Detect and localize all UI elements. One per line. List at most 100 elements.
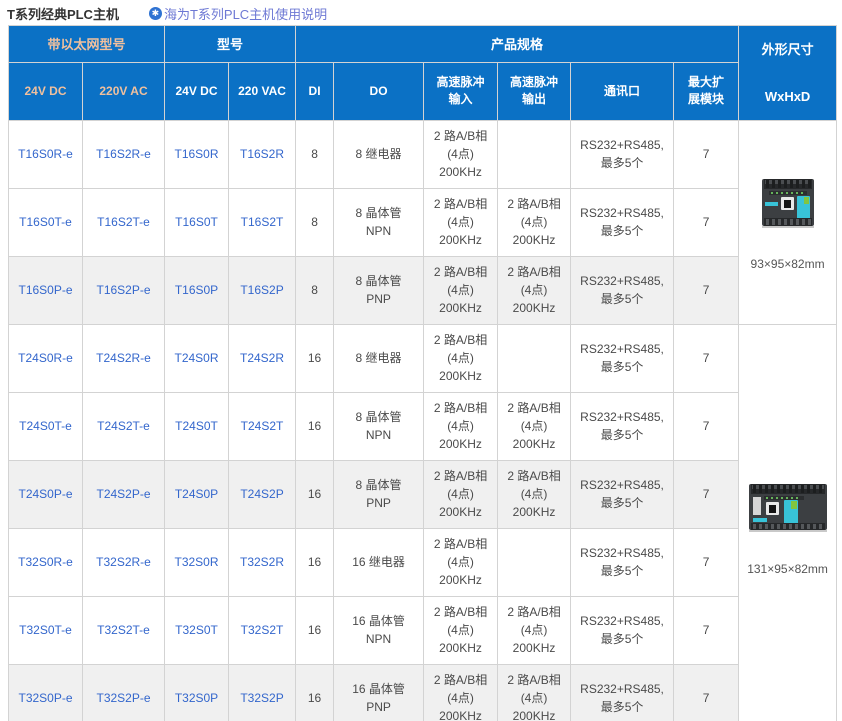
model-link[interactable]: T32S0P-e (18, 691, 72, 705)
table-row: T32S0P-e T32S2P-e T32S0P T32S2P 16 16 晶体… (9, 664, 837, 721)
cell-pulse-out: 2 路A/B相 (4点) 200KHz (498, 256, 571, 324)
model-link[interactable]: T24S0P (175, 487, 218, 501)
cell-do: 16 晶体管 PNP (334, 664, 424, 721)
header-group-ethernet-models: 带以太网型号 (9, 26, 165, 63)
table-row: T24S0R-e T24S2R-e T24S0R T24S2R 16 8 继电器… (9, 324, 837, 392)
plc-spec-table: 带以太网型号 型号 产品规格 外形尺寸 WxHxD 24V DC 220V AC… (8, 25, 837, 721)
model-link[interactable]: T32S0R-e (18, 555, 73, 569)
model-link[interactable]: T32S2T-e (97, 623, 150, 637)
cell-pulse-out: 2 路A/B相 (4点) 200KHz (498, 392, 571, 460)
usage-doc-link-label: 海为T系列PLC主机使用说明 (164, 4, 327, 23)
cell-pulse-out: 2 路A/B相 (4点) 200KHz (498, 596, 571, 664)
model-link[interactable]: T16S0T-e (19, 215, 72, 229)
cell-eth-24v: T24S0T-e (9, 392, 83, 460)
cell-do: 8 晶体管 PNP (334, 460, 424, 528)
cell-220v: T32S2R (229, 528, 296, 596)
table-row: T32S0R-e T32S2R-e T32S0R T32S2R 16 16 继电… (9, 528, 837, 596)
model-link[interactable]: T24S0R-e (18, 351, 73, 365)
header-group-product-specs: 产品规格 (296, 26, 739, 63)
cell-comm: RS232+RS485, 最多5个 (571, 120, 674, 188)
table-row: T16S0T-e T16S2T-e T16S0T T16S2T 8 8 晶体管 … (9, 188, 837, 256)
model-link[interactable]: T16S2T-e (97, 215, 150, 229)
model-link[interactable]: T16S0R (175, 147, 219, 161)
model-link[interactable]: T32S2R-e (96, 555, 151, 569)
cell-di: 16 (296, 324, 334, 392)
cell-pulse-out: 2 路A/B相 (4点) 200KHz (498, 664, 571, 721)
cell-di: 16 (296, 528, 334, 596)
cell-eth-24v: T16S0P-e (9, 256, 83, 324)
model-link[interactable]: T24S2P-e (96, 487, 150, 501)
model-link[interactable]: T24S0T (175, 419, 218, 433)
cell-eth-24v: T24S0R-e (9, 324, 83, 392)
cell-max-exp: 7 (674, 188, 739, 256)
model-link[interactable]: T16S0P-e (18, 283, 72, 297)
cell-eth-220v: T16S2R-e (83, 120, 165, 188)
header-sub-row: 24V DC 220V AC 24V DC 220 VAC DI DO 高速脉冲… (9, 62, 837, 120)
cell-eth-220v: T16S2P-e (83, 256, 165, 324)
model-link[interactable]: T16S0T (175, 215, 218, 229)
column-header-di: DI (296, 62, 334, 120)
model-link[interactable]: T32S0P (175, 691, 218, 705)
model-link[interactable]: T32S2T (241, 623, 284, 637)
cell-do: 8 继电器 (334, 120, 424, 188)
model-link[interactable]: T32S0T-e (19, 623, 72, 637)
cell-eth-24v: T16S0R-e (9, 120, 83, 188)
column-header-comm-port: 通讯口 (571, 62, 674, 120)
model-link[interactable]: T24S0T-e (19, 419, 72, 433)
model-link[interactable]: T24S2R-e (96, 351, 151, 365)
cell-comm: RS232+RS485, 最多5个 (571, 324, 674, 392)
cell-pulse-in: 2 路A/B相 (4点) 200KHz (424, 392, 498, 460)
cell-pulse-out (498, 324, 571, 392)
cell-220v: T32S2P (229, 664, 296, 721)
header-dimensions: 外形尺寸 WxHxD (739, 26, 837, 121)
model-link[interactable]: T24S2T-e (97, 419, 150, 433)
model-link[interactable]: T32S2P (240, 691, 283, 705)
model-link[interactable]: T24S2R (240, 351, 284, 365)
cell-24v: T32S0R (165, 528, 229, 596)
model-link[interactable]: T16S2P (240, 283, 283, 297)
dimension-text: 131×95×82mm (743, 560, 832, 578)
table-row: T16S0P-e T16S2P-e T16S0P T16S2P 8 8 晶体管 … (9, 256, 837, 324)
header-group-models: 型号 (165, 26, 296, 63)
cell-comm: RS232+RS485, 最多5个 (571, 256, 674, 324)
model-link[interactable]: T32S2R (240, 555, 284, 569)
model-link[interactable]: T32S0T (175, 623, 218, 637)
model-link[interactable]: T24S0P-e (18, 487, 72, 501)
cell-comm: RS232+RS485, 最多5个 (571, 528, 674, 596)
cell-pulse-out: 2 路A/B相 (4点) 200KHz (498, 188, 571, 256)
cell-do: 8 继电器 (334, 324, 424, 392)
model-link[interactable]: T16S0R-e (18, 147, 73, 161)
model-link[interactable]: T16S0P (175, 283, 218, 297)
plc-product-image-large (746, 478, 830, 540)
model-link[interactable]: T32S0R (175, 555, 219, 569)
cell-220v: T16S2T (229, 188, 296, 256)
model-link[interactable]: T32S2P-e (96, 691, 150, 705)
cell-max-exp: 7 (674, 324, 739, 392)
cell-di: 16 (296, 664, 334, 721)
cell-eth-24v: T32S0R-e (9, 528, 83, 596)
cell-comm: RS232+RS485, 最多5个 (571, 664, 674, 721)
cell-24v: T16S0R (165, 120, 229, 188)
cell-di: 8 (296, 188, 334, 256)
model-link[interactable]: T16S2P-e (96, 283, 150, 297)
cell-do: 8 晶体管 PNP (334, 256, 424, 324)
header-dimensions-title: 外形尺寸 (739, 42, 836, 58)
table-row: T32S0T-e T32S2T-e T32S0T T32S2T 16 16 晶体… (9, 596, 837, 664)
model-link[interactable]: T16S2R (240, 147, 284, 161)
model-link[interactable]: T24S2T (241, 419, 284, 433)
column-header-220vac: 220 VAC (229, 62, 296, 120)
cell-pulse-out (498, 528, 571, 596)
table-row: T24S0T-e T24S2T-e T24S0T T24S2T 16 8 晶体管… (9, 392, 837, 460)
model-link[interactable]: T16S2T (241, 215, 284, 229)
cell-24v: T24S0T (165, 392, 229, 460)
gear-icon: ✱ (149, 7, 162, 20)
usage-doc-link[interactable]: ✱ 海为T系列PLC主机使用说明 (149, 4, 327, 23)
model-link[interactable]: T16S2R-e (96, 147, 151, 161)
cell-eth-24v: T16S0T-e (9, 188, 83, 256)
cell-220v: T24S2R (229, 324, 296, 392)
model-link[interactable]: T24S2P (240, 487, 283, 501)
cell-eth-220v: T32S2R-e (83, 528, 165, 596)
column-header-pulse-output: 高速脉冲 输出 (498, 62, 571, 120)
model-link[interactable]: T24S0R (175, 351, 219, 365)
cell-220v: T24S2T (229, 392, 296, 460)
